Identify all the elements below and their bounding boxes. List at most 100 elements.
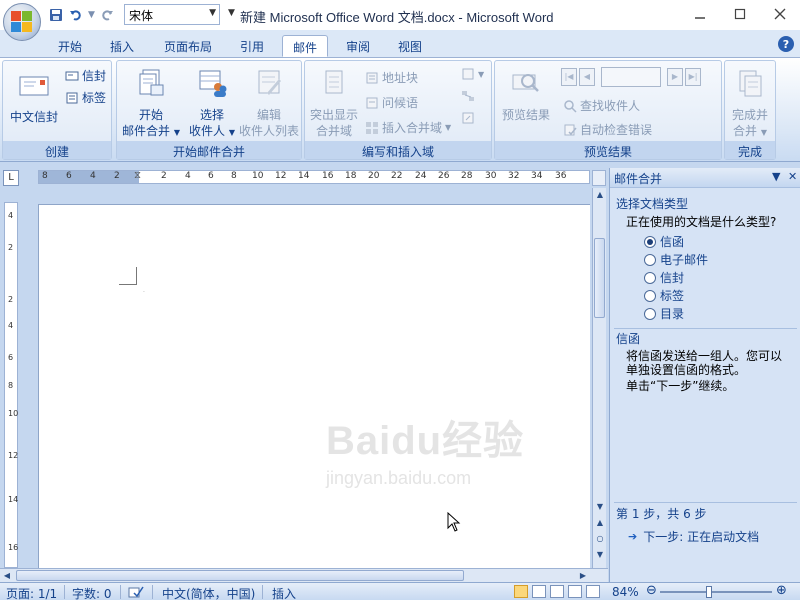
customize-qat-icon[interactable]: ▼ (228, 8, 235, 18)
ruler-tick-label: 4 (8, 211, 14, 220)
continue-hint: 单击“下一步”继续。 (626, 379, 735, 393)
radio-envelopes[interactable]: 信封 (644, 269, 684, 286)
indent-marker-icon[interactable]: ⧖ (134, 171, 141, 181)
radio-directory[interactable]: 目录 (644, 305, 684, 322)
document-page[interactable]: · (38, 204, 590, 568)
rules-button[interactable]: ▼ (461, 67, 484, 81)
language-indicator[interactable]: 中文(简体，中国) (162, 585, 255, 600)
tab-review[interactable]: 审阅 (336, 35, 380, 57)
radio-email[interactable]: 电子邮件 (644, 251, 708, 268)
tab-page-layout[interactable]: 页面布局 (154, 35, 222, 57)
finish-merge-button[interactable]: 完成并 合并 ▼ (725, 67, 775, 141)
horizontal-scrollbar[interactable]: ◀ ▶ (0, 568, 608, 582)
first-record-button[interactable]: |◀ (561, 68, 577, 86)
next-page-icon[interactable]: ▼ (593, 548, 607, 562)
ruler-tick-label: 34 (531, 171, 543, 181)
envelope-button[interactable]: 信封 (65, 67, 106, 84)
radio-directory-control[interactable] (644, 307, 656, 320)
help-icon[interactable]: ? (778, 36, 794, 52)
chinese-envelope-button[interactable]: 中文信封 (7, 69, 61, 125)
radio-labels-control[interactable] (644, 289, 656, 302)
match-fields-button[interactable] (461, 89, 475, 103)
scroll-up-icon[interactable]: ▲ (593, 188, 607, 202)
tab-mailings[interactable]: 邮件 (282, 35, 329, 57)
page-count[interactable]: 页面: 1/1 (6, 585, 57, 600)
close-button[interactable] (760, 0, 800, 28)
radio-letters[interactable]: 信函 (644, 233, 684, 250)
edit-recipient-list-button[interactable]: 编辑 收件人列表 (237, 67, 301, 139)
scroll-down-icon[interactable]: ▼ (593, 500, 607, 514)
greeting-line-button[interactable]: 问候语 (365, 94, 418, 111)
proofing-icon[interactable] (128, 585, 144, 600)
print-layout-view-icon[interactable] (514, 585, 528, 598)
radio-letters-label: 信函 (660, 235, 685, 249)
baidu-watermark: Baidu经验 jingyan.baidu.com (326, 396, 556, 496)
scroll-left-icon[interactable]: ◀ (0, 569, 14, 583)
tab-references[interactable]: 引用 (230, 35, 274, 57)
next-step-label: 下一步: 正在启动文档 (643, 530, 760, 544)
minimize-button[interactable] (680, 0, 720, 28)
labels-button[interactable]: 标签 (65, 89, 106, 106)
save-icon[interactable] (48, 7, 64, 23)
outline-view-icon[interactable] (568, 585, 582, 598)
previous-record-button[interactable]: ◀ (579, 68, 595, 86)
tab-home[interactable]: 开始 (48, 35, 92, 57)
record-number-input[interactable] (601, 67, 661, 87)
previous-page-icon[interactable]: ▲ (593, 516, 607, 530)
address-block-button[interactable]: 地址块 (365, 69, 418, 86)
select-recipients-button[interactable]: 选择 收件人 ▼ (183, 67, 241, 141)
update-labels-button[interactable] (461, 111, 475, 125)
horizontal-scroll-thumb[interactable] (16, 570, 464, 581)
next-record-button[interactable]: ▶ (667, 68, 683, 86)
tab-view[interactable]: 视图 (388, 35, 432, 57)
zoom-out-icon[interactable]: ⊖ (646, 583, 657, 598)
labels-label: 标签 (82, 91, 107, 105)
font-name-dropdown[interactable]: 宋体 ▼ (124, 4, 220, 25)
vertical-scrollbar[interactable]: ▲ ▼ ▲ ○ ▼ (592, 188, 606, 568)
status-bar: 页面: 1/1 字数: 0 中文(简体，中国) 插入 84% ⊖ ⊕ (0, 582, 800, 600)
tab-insert[interactable]: 插入 (100, 35, 144, 57)
last-record-button[interactable]: ▶| (685, 68, 701, 86)
group-create: 中文信封 信封 标签 创建 (2, 60, 112, 160)
zoom-slider-track[interactable] (660, 591, 772, 593)
vertical-scroll-thumb[interactable] (594, 238, 605, 318)
radio-labels[interactable]: 标签 (644, 287, 684, 304)
insert-mode-indicator[interactable]: 插入 (272, 585, 296, 600)
maximize-button[interactable] (720, 0, 760, 28)
start-mail-merge-button[interactable]: 开始 邮件合并 ▼ (121, 67, 181, 141)
zoom-level[interactable]: 84% (612, 585, 639, 599)
preview-results-button[interactable]: 预览结果 (497, 67, 555, 123)
pane-options-icon[interactable]: ▼ (772, 170, 780, 183)
select-browse-object-icon[interactable]: ○ (593, 532, 607, 546)
tab-stop-selector[interactable]: L (3, 170, 19, 186)
section-title-letters: 信函 (616, 332, 641, 346)
full-screen-reading-view-icon[interactable] (532, 585, 546, 598)
radio-letters-control[interactable] (644, 235, 656, 248)
word-count[interactable]: 字数: 0 (72, 585, 112, 600)
ribbon: 中文信封 信封 标签 创建 开始 邮件合并 ▼ 选择 收件人 ▼ 编辑 收件人列… (0, 58, 800, 162)
view-ruler-button[interactable] (592, 170, 606, 186)
mail-merge-task-pane: 邮件合并 ▼ ✕ 选择文档类型 正在使用的文档是什么类型? 信函 电子邮件 信封… (609, 168, 800, 582)
redo-icon[interactable] (99, 7, 115, 23)
radio-envelopes-control[interactable] (644, 271, 656, 284)
radio-email-label: 电子邮件 (660, 253, 709, 267)
ruler-tick-label: 36 (555, 171, 567, 181)
zoom-in-icon[interactable]: ⊕ (776, 583, 787, 598)
horizontal-ruler[interactable]: 8 6 4 2 2 4 6 8 10 12 14 16 18 20 22 24 … (38, 170, 590, 184)
office-button[interactable] (3, 3, 41, 41)
radio-email-control[interactable] (644, 253, 656, 266)
chevron-down-icon: ▼ (760, 128, 767, 137)
pane-close-icon[interactable]: ✕ (788, 170, 797, 183)
undo-icon[interactable] (68, 7, 84, 23)
scroll-right-icon[interactable]: ▶ (576, 569, 590, 583)
next-step-link[interactable]: ➔ 下一步: 正在启动文档 (628, 528, 759, 545)
insert-merge-field-button[interactable]: 插入合并域 ▼ (365, 119, 451, 136)
auto-check-errors-button[interactable]: 自动检查错误 (563, 121, 652, 138)
undo-dropdown-icon[interactable]: ▼ (88, 10, 95, 20)
zoom-slider-thumb[interactable] (706, 586, 712, 598)
vertical-ruler[interactable]: 4 2 2 4 6 8 10 12 14 16 (4, 202, 18, 568)
draft-view-icon[interactable] (586, 585, 600, 598)
find-recipient-button[interactable]: 查找收件人 (563, 97, 640, 114)
highlight-merge-fields-button[interactable]: 突出显示 合并域 (307, 67, 361, 139)
web-layout-view-icon[interactable] (550, 585, 564, 598)
